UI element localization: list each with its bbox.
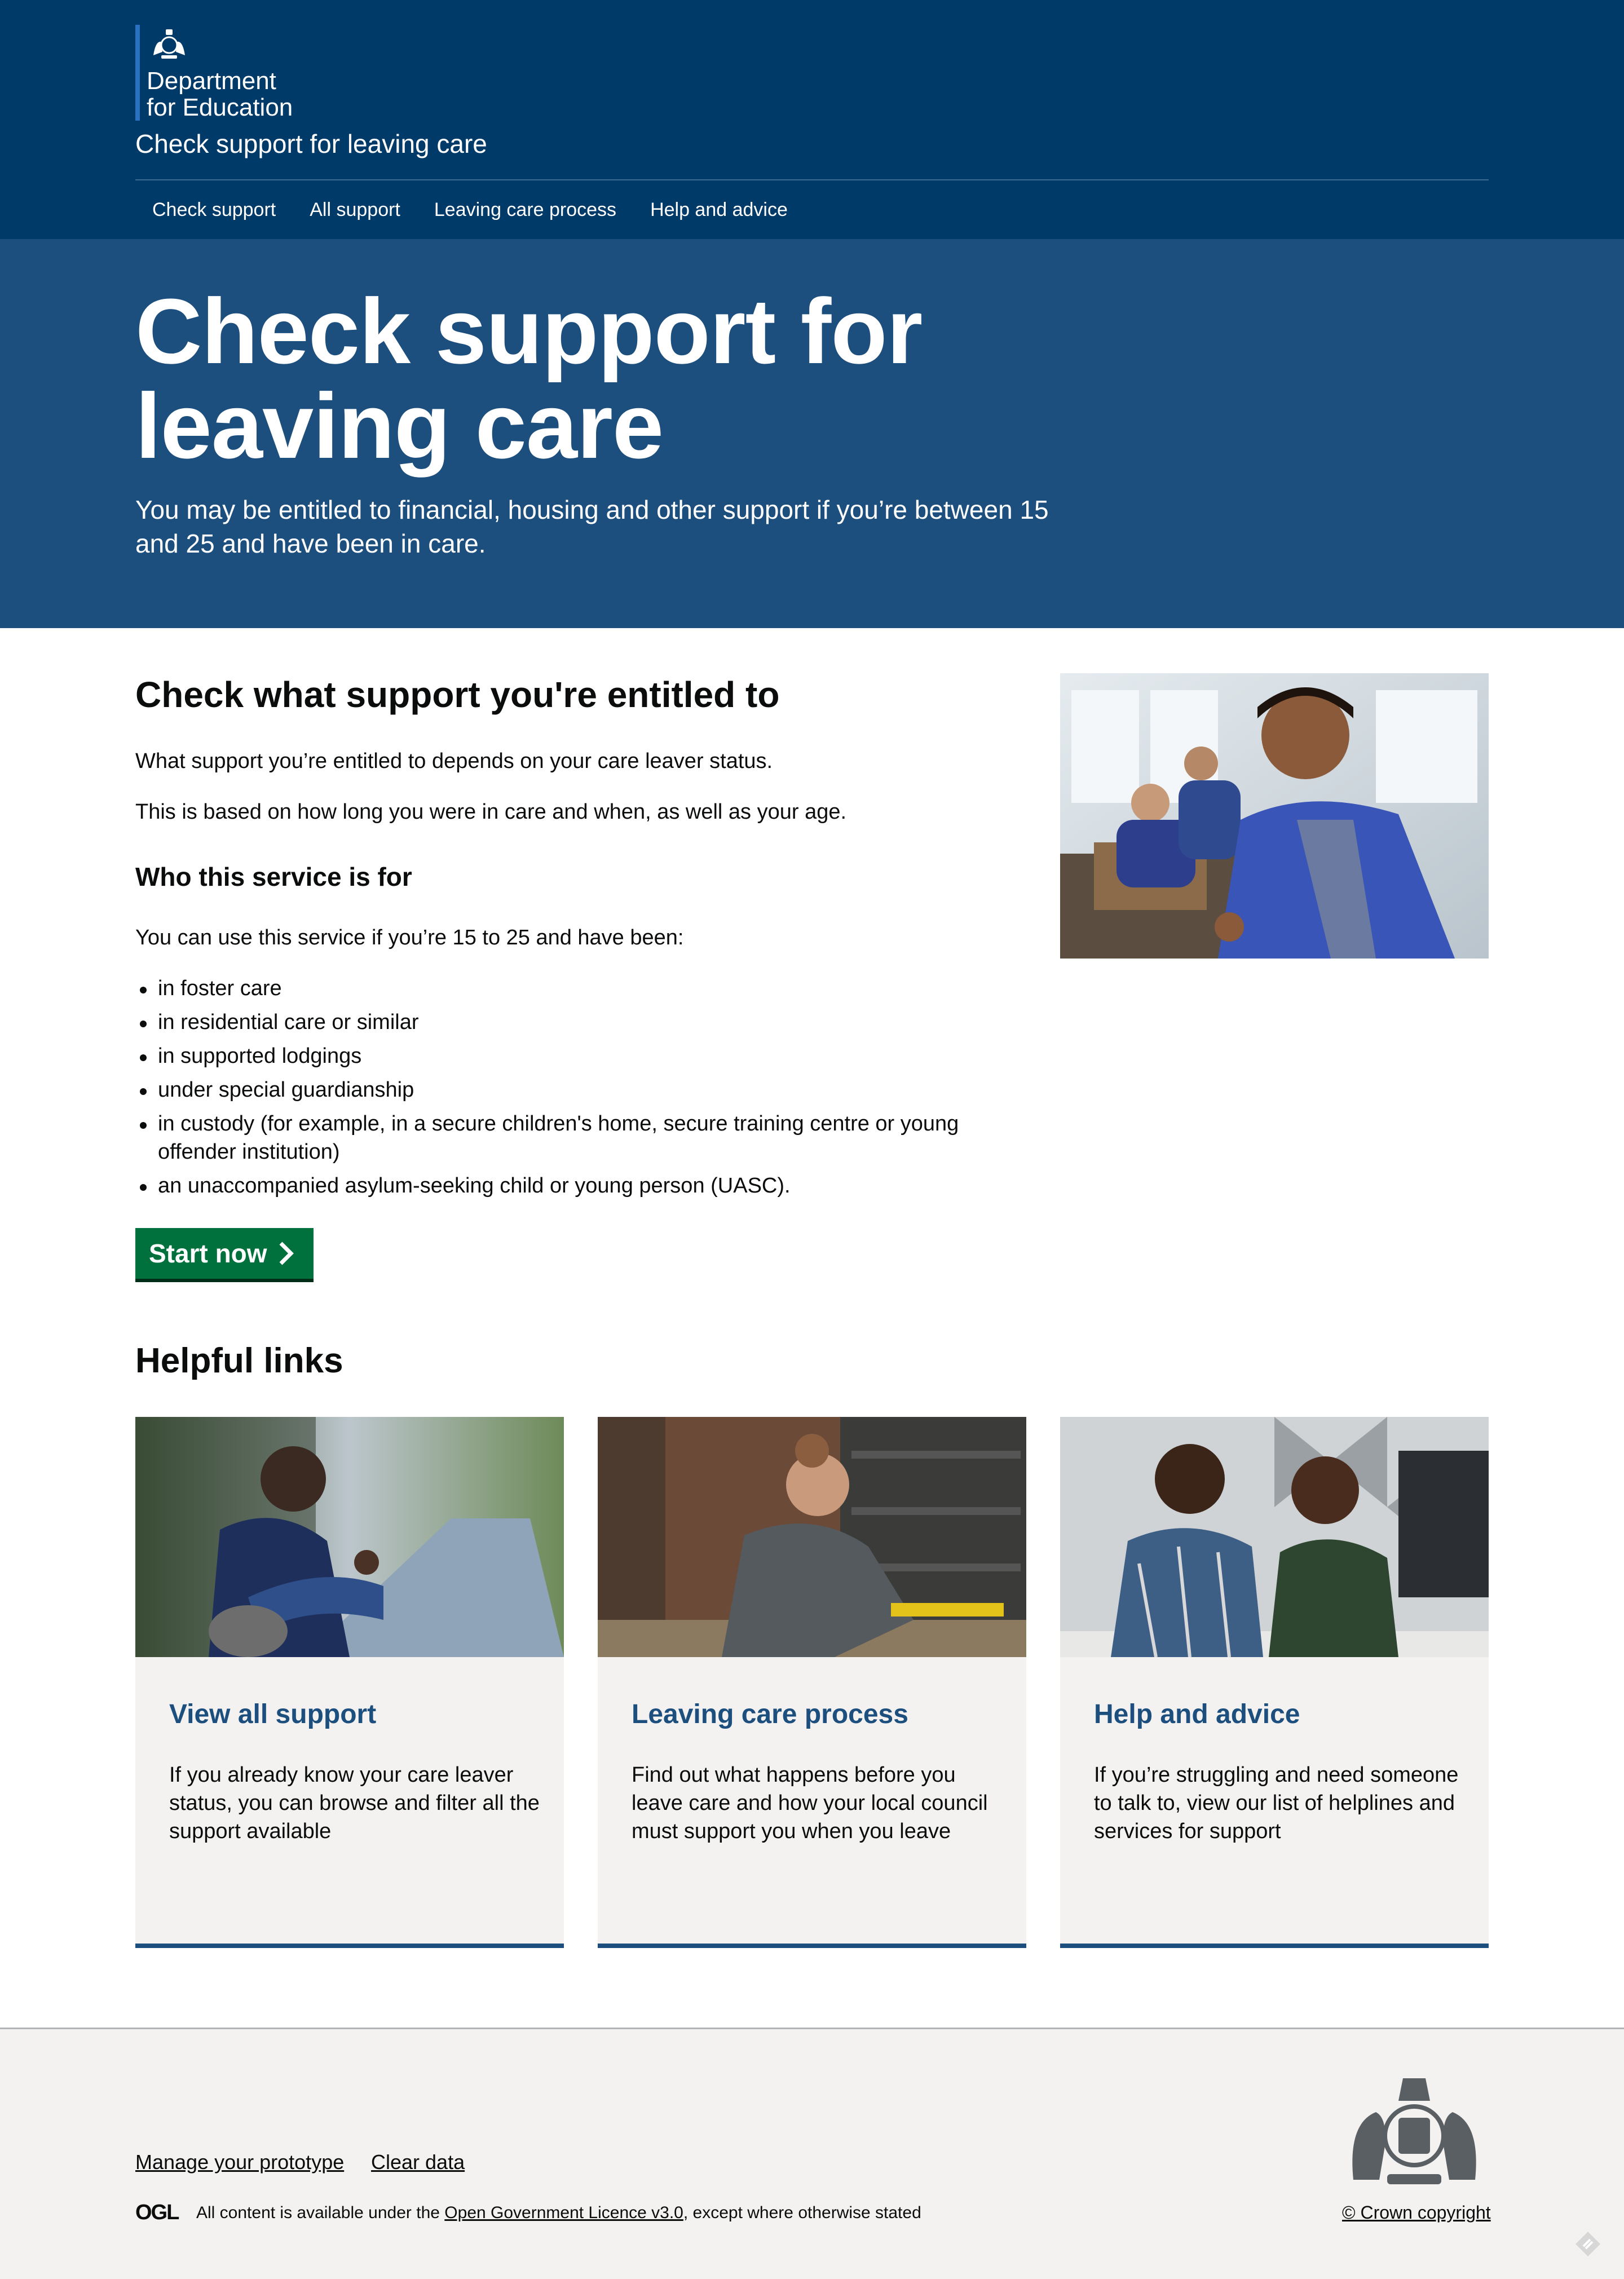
service-name[interactable]: Check support for leaving care: [135, 129, 487, 159]
chevron-right-icon: [279, 1242, 294, 1265]
manage-prototype-link[interactable]: Manage your prototype: [135, 2150, 344, 2174]
card-description: Find out what happens before you leave c…: [632, 1763, 988, 1843]
ogl-logo-icon: OGL: [135, 2201, 179, 2224]
list-item: in supported lodgings: [135, 1042, 1038, 1070]
prototype-kit-icon[interactable]: [1573, 2229, 1603, 2259]
clear-data-link[interactable]: Clear data: [371, 2150, 465, 2174]
workshop-apprentice-photo: [598, 1417, 1026, 1657]
card-title-view-all-support[interactable]: View all support: [169, 1699, 376, 1730]
who-heading: Who this service is for: [135, 862, 412, 891]
site-header: Department for Education Check support f…: [0, 0, 1624, 239]
eligibility-list: in foster care in residential care or si…: [135, 974, 1038, 1205]
licence-link[interactable]: Open Government Licence v3.0: [444, 2203, 683, 2222]
list-item: an unaccompanied asylum-seeking child or…: [135, 1172, 1038, 1200]
card-view-all-support[interactable]: View all support If you already know you…: [135, 1417, 564, 1948]
list-item: in residential care or similar: [135, 1008, 1038, 1036]
royal-crest-icon: [153, 29, 185, 59]
department-line-1: Department: [147, 67, 276, 95]
start-now-button[interactable]: Start now: [135, 1228, 314, 1279]
intro-paragraph: What support you’re entitled to depends …: [135, 749, 773, 773]
card-description: If you already know your care leaver sta…: [169, 1763, 540, 1843]
two-students-photo: [1060, 1417, 1489, 1657]
helpful-links-heading: Helpful links: [135, 1341, 343, 1380]
nav-all-support[interactable]: All support: [293, 199, 417, 221]
page-title: Check support for leaving care: [135, 280, 923, 478]
department-name[interactable]: Department for Education: [147, 68, 293, 121]
nav-leaving-care-process[interactable]: Leaving care process: [417, 199, 633, 221]
card-leaving-care-process[interactable]: Leaving care process Find out what happe…: [598, 1417, 1026, 1948]
hero-lede: You may be entitled to financial, housin…: [135, 495, 1049, 558]
card-title-help-and-advice[interactable]: Help and advice: [1094, 1699, 1300, 1730]
card-title-leaving-care-process[interactable]: Leaving care process: [632, 1699, 908, 1730]
nav-check-support[interactable]: Check support: [135, 199, 293, 221]
department-line-2: for Education: [147, 94, 293, 121]
list-item: in foster care: [135, 974, 1038, 1002]
list-item: under special guardianship: [135, 1076, 1038, 1104]
licence-prefix: All content is available under the: [196, 2203, 440, 2222]
hero-banner: Check support for leaving care You may b…: [0, 239, 1624, 628]
royal-coat-of-arms-icon: [1352, 2078, 1476, 2184]
eligibility-intro: You can use this service if you’re 15 to…: [135, 926, 684, 949]
crown-copyright-link[interactable]: © Crown copyright: [1342, 2202, 1491, 2223]
licence-text: All content is available under the Open …: [196, 2203, 921, 2223]
logo-bar: [135, 25, 140, 121]
licence-suffix: , except where otherwise stated: [683, 2203, 921, 2222]
card-description: If you’re struggling and need someone to…: [1094, 1763, 1459, 1843]
nav-help-and-advice[interactable]: Help and advice: [633, 199, 805, 221]
card-help-and-advice[interactable]: Help and advice If you’re struggling and…: [1060, 1417, 1489, 1948]
basis-paragraph: This is based on how long you were in ca…: [135, 800, 847, 824]
sitting-teen-photo: [135, 1417, 564, 1657]
primary-navigation: Check support All support Leaving care p…: [135, 180, 805, 239]
section-heading: Check what support you're entitled to: [135, 674, 780, 715]
start-button-label: Start now: [149, 1239, 267, 1268]
student-workshop-photo: [1060, 673, 1489, 959]
list-item: in custody (for example, in a secure chi…: [135, 1110, 1038, 1166]
